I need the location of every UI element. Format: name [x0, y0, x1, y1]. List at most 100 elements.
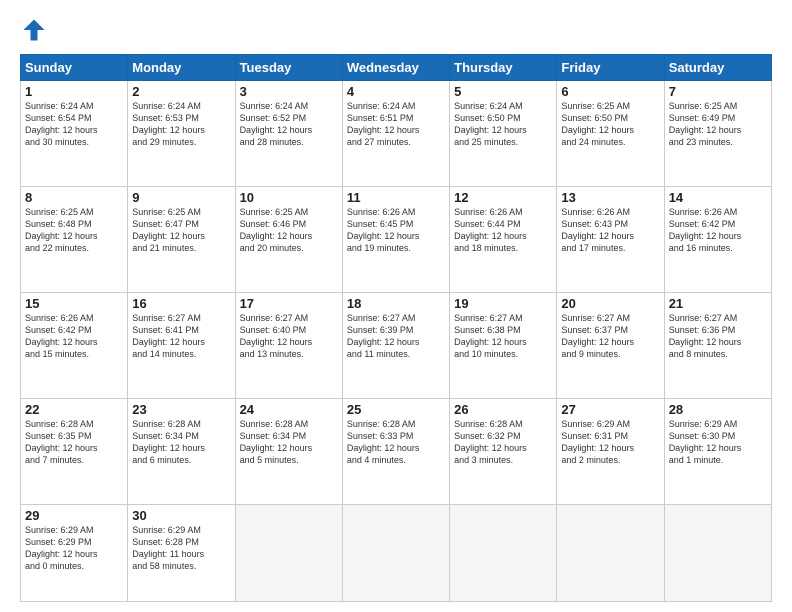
table-row: 28Sunrise: 6:29 AMSunset: 6:30 PMDayligh… — [664, 398, 771, 504]
day-number: 5 — [454, 84, 552, 99]
day-number: 26 — [454, 402, 552, 417]
calendar-header-row: Sunday Monday Tuesday Wednesday Thursday… — [21, 55, 772, 81]
day-info: Sunrise: 6:29 AMSunset: 6:29 PMDaylight:… — [25, 524, 123, 573]
table-row: 24Sunrise: 6:28 AMSunset: 6:34 PMDayligh… — [235, 398, 342, 504]
day-info: Sunrise: 6:24 AMSunset: 6:52 PMDaylight:… — [240, 100, 338, 149]
day-info: Sunrise: 6:28 AMSunset: 6:34 PMDaylight:… — [240, 418, 338, 467]
table-row: 4Sunrise: 6:24 AMSunset: 6:51 PMDaylight… — [342, 81, 449, 187]
day-info: Sunrise: 6:24 AMSunset: 6:54 PMDaylight:… — [25, 100, 123, 149]
day-info: Sunrise: 6:26 AMSunset: 6:43 PMDaylight:… — [561, 206, 659, 255]
day-number: 2 — [132, 84, 230, 99]
day-number: 30 — [132, 508, 230, 523]
day-info: Sunrise: 6:27 AMSunset: 6:40 PMDaylight:… — [240, 312, 338, 361]
table-row — [235, 504, 342, 601]
table-row: 19Sunrise: 6:27 AMSunset: 6:38 PMDayligh… — [450, 292, 557, 398]
table-row: 6Sunrise: 6:25 AMSunset: 6:50 PMDaylight… — [557, 81, 664, 187]
table-row: 14Sunrise: 6:26 AMSunset: 6:42 PMDayligh… — [664, 186, 771, 292]
day-number: 11 — [347, 190, 445, 205]
day-number: 17 — [240, 296, 338, 311]
calendar-week-4: 29Sunrise: 6:29 AMSunset: 6:29 PMDayligh… — [21, 504, 772, 601]
table-row: 18Sunrise: 6:27 AMSunset: 6:39 PMDayligh… — [342, 292, 449, 398]
col-friday: Friday — [557, 55, 664, 81]
day-info: Sunrise: 6:27 AMSunset: 6:39 PMDaylight:… — [347, 312, 445, 361]
day-info: Sunrise: 6:24 AMSunset: 6:51 PMDaylight:… — [347, 100, 445, 149]
day-info: Sunrise: 6:25 AMSunset: 6:46 PMDaylight:… — [240, 206, 338, 255]
table-row: 3Sunrise: 6:24 AMSunset: 6:52 PMDaylight… — [235, 81, 342, 187]
day-info: Sunrise: 6:27 AMSunset: 6:37 PMDaylight:… — [561, 312, 659, 361]
table-row: 13Sunrise: 6:26 AMSunset: 6:43 PMDayligh… — [557, 186, 664, 292]
page: Sunday Monday Tuesday Wednesday Thursday… — [0, 0, 792, 612]
day-number: 3 — [240, 84, 338, 99]
day-info: Sunrise: 6:29 AMSunset: 6:28 PMDaylight:… — [132, 524, 230, 573]
day-number: 19 — [454, 296, 552, 311]
day-info: Sunrise: 6:25 AMSunset: 6:50 PMDaylight:… — [561, 100, 659, 149]
day-info: Sunrise: 6:26 AMSunset: 6:42 PMDaylight:… — [25, 312, 123, 361]
day-number: 23 — [132, 402, 230, 417]
day-number: 29 — [25, 508, 123, 523]
logo-icon — [20, 16, 48, 44]
table-row: 21Sunrise: 6:27 AMSunset: 6:36 PMDayligh… — [664, 292, 771, 398]
day-number: 21 — [669, 296, 767, 311]
calendar-week-2: 15Sunrise: 6:26 AMSunset: 6:42 PMDayligh… — [21, 292, 772, 398]
table-row: 12Sunrise: 6:26 AMSunset: 6:44 PMDayligh… — [450, 186, 557, 292]
col-sunday: Sunday — [21, 55, 128, 81]
table-row: 2Sunrise: 6:24 AMSunset: 6:53 PMDaylight… — [128, 81, 235, 187]
day-info: Sunrise: 6:28 AMSunset: 6:32 PMDaylight:… — [454, 418, 552, 467]
table-row: 16Sunrise: 6:27 AMSunset: 6:41 PMDayligh… — [128, 292, 235, 398]
day-info: Sunrise: 6:29 AMSunset: 6:30 PMDaylight:… — [669, 418, 767, 467]
table-row: 15Sunrise: 6:26 AMSunset: 6:42 PMDayligh… — [21, 292, 128, 398]
day-info: Sunrise: 6:24 AMSunset: 6:50 PMDaylight:… — [454, 100, 552, 149]
day-info: Sunrise: 6:25 AMSunset: 6:47 PMDaylight:… — [132, 206, 230, 255]
day-info: Sunrise: 6:26 AMSunset: 6:45 PMDaylight:… — [347, 206, 445, 255]
day-number: 14 — [669, 190, 767, 205]
day-number: 12 — [454, 190, 552, 205]
table-row — [450, 504, 557, 601]
day-info: Sunrise: 6:28 AMSunset: 6:34 PMDaylight:… — [132, 418, 230, 467]
day-number: 25 — [347, 402, 445, 417]
table-row: 29Sunrise: 6:29 AMSunset: 6:29 PMDayligh… — [21, 504, 128, 601]
day-number: 13 — [561, 190, 659, 205]
day-info: Sunrise: 6:25 AMSunset: 6:48 PMDaylight:… — [25, 206, 123, 255]
table-row: 9Sunrise: 6:25 AMSunset: 6:47 PMDaylight… — [128, 186, 235, 292]
day-number: 4 — [347, 84, 445, 99]
logo — [20, 16, 52, 44]
col-saturday: Saturday — [664, 55, 771, 81]
table-row: 25Sunrise: 6:28 AMSunset: 6:33 PMDayligh… — [342, 398, 449, 504]
day-number: 16 — [132, 296, 230, 311]
table-row — [557, 504, 664, 601]
col-wednesday: Wednesday — [342, 55, 449, 81]
calendar-week-3: 22Sunrise: 6:28 AMSunset: 6:35 PMDayligh… — [21, 398, 772, 504]
table-row: 22Sunrise: 6:28 AMSunset: 6:35 PMDayligh… — [21, 398, 128, 504]
day-info: Sunrise: 6:28 AMSunset: 6:33 PMDaylight:… — [347, 418, 445, 467]
day-number: 7 — [669, 84, 767, 99]
day-number: 10 — [240, 190, 338, 205]
table-row: 5Sunrise: 6:24 AMSunset: 6:50 PMDaylight… — [450, 81, 557, 187]
col-thursday: Thursday — [450, 55, 557, 81]
day-info: Sunrise: 6:27 AMSunset: 6:38 PMDaylight:… — [454, 312, 552, 361]
table-row — [664, 504, 771, 601]
day-number: 27 — [561, 402, 659, 417]
day-number: 9 — [132, 190, 230, 205]
table-row: 23Sunrise: 6:28 AMSunset: 6:34 PMDayligh… — [128, 398, 235, 504]
day-number: 24 — [240, 402, 338, 417]
table-row: 20Sunrise: 6:27 AMSunset: 6:37 PMDayligh… — [557, 292, 664, 398]
calendar-table: Sunday Monday Tuesday Wednesday Thursday… — [20, 54, 772, 602]
day-number: 18 — [347, 296, 445, 311]
day-info: Sunrise: 6:27 AMSunset: 6:41 PMDaylight:… — [132, 312, 230, 361]
day-info: Sunrise: 6:28 AMSunset: 6:35 PMDaylight:… — [25, 418, 123, 467]
table-row: 11Sunrise: 6:26 AMSunset: 6:45 PMDayligh… — [342, 186, 449, 292]
day-info: Sunrise: 6:26 AMSunset: 6:44 PMDaylight:… — [454, 206, 552, 255]
day-number: 8 — [25, 190, 123, 205]
day-info: Sunrise: 6:25 AMSunset: 6:49 PMDaylight:… — [669, 100, 767, 149]
table-row: 17Sunrise: 6:27 AMSunset: 6:40 PMDayligh… — [235, 292, 342, 398]
day-number: 15 — [25, 296, 123, 311]
col-tuesday: Tuesday — [235, 55, 342, 81]
day-info: Sunrise: 6:24 AMSunset: 6:53 PMDaylight:… — [132, 100, 230, 149]
table-row: 8Sunrise: 6:25 AMSunset: 6:48 PMDaylight… — [21, 186, 128, 292]
day-number: 1 — [25, 84, 123, 99]
day-number: 28 — [669, 402, 767, 417]
table-row: 10Sunrise: 6:25 AMSunset: 6:46 PMDayligh… — [235, 186, 342, 292]
table-row — [342, 504, 449, 601]
calendar-week-1: 8Sunrise: 6:25 AMSunset: 6:48 PMDaylight… — [21, 186, 772, 292]
table-row: 1Sunrise: 6:24 AMSunset: 6:54 PMDaylight… — [21, 81, 128, 187]
